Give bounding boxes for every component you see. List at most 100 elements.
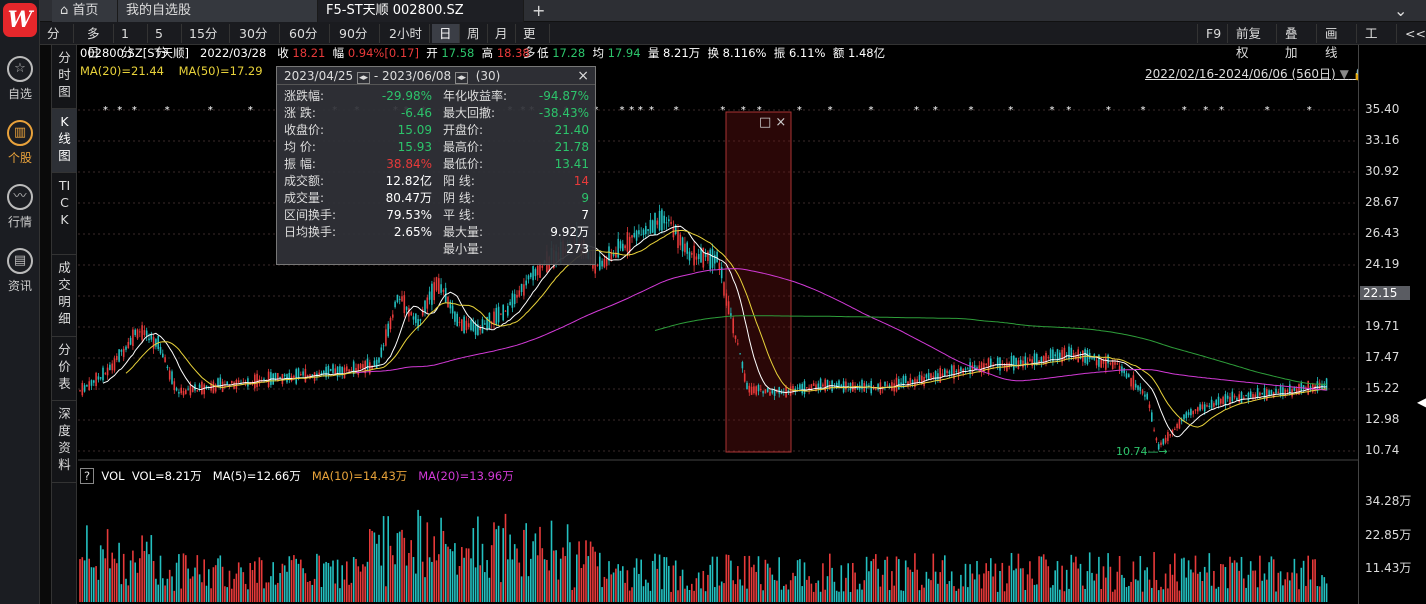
event-marker[interactable]: * xyxy=(1106,105,1111,116)
event-marker[interactable]: * xyxy=(629,105,634,116)
kline-chart[interactable]: □ ×*************************************… xyxy=(78,80,1358,604)
event-marker[interactable]: * xyxy=(1182,105,1187,116)
period-9[interactable]: 日 xyxy=(432,24,460,43)
selection-box[interactable] xyxy=(725,111,792,453)
candle-body xyxy=(665,222,668,224)
tab-watchlist[interactable]: 我的自选股 xyxy=(118,0,318,22)
period-0[interactable]: 分时 xyxy=(40,24,74,60)
candle-body xyxy=(304,368,307,383)
volume-bar xyxy=(458,565,461,602)
event-marker[interactable]: * xyxy=(1219,105,1224,116)
tool-4[interactable]: 工具 xyxy=(1356,24,1396,60)
volume-bar xyxy=(1013,570,1015,602)
event-marker[interactable]: * xyxy=(757,105,762,116)
event-marker[interactable]: * xyxy=(914,105,919,116)
period-4[interactable]: 15分 xyxy=(182,24,230,43)
period-5[interactable]: 30分 xyxy=(232,24,280,43)
help-icon[interactable]: ? xyxy=(80,468,95,484)
vtab-3[interactable]: 成交明细 xyxy=(52,255,77,337)
volume-bar xyxy=(297,563,300,602)
nav-stock-chart[interactable]: ▥ 个股 xyxy=(0,120,40,166)
tab-home[interactable]: ⌂ 首页 xyxy=(52,0,118,22)
volume-bar xyxy=(732,580,734,602)
volume-bar xyxy=(1263,573,1266,602)
tool-1[interactable]: 前复权 xyxy=(1227,24,1276,60)
candle-body xyxy=(497,306,500,323)
event-marker[interactable]: * xyxy=(933,105,938,116)
volume-bar xyxy=(1203,566,1206,602)
candle-body xyxy=(1114,362,1116,365)
event-marker[interactable]: * xyxy=(828,105,833,116)
event-marker[interactable]: * xyxy=(208,105,213,116)
event-marker[interactable]: * xyxy=(1265,105,1270,116)
nav-trend[interactable]: 〰行情 xyxy=(0,184,40,230)
vtab-5[interactable]: 深度资料 xyxy=(52,401,77,483)
event-marker[interactable]: * xyxy=(1141,105,1146,116)
volume-bar xyxy=(1105,577,1107,602)
vtab-1[interactable]: K线图 xyxy=(52,109,77,173)
event-marker[interactable]: * xyxy=(165,105,170,116)
period-7[interactable]: 90分 xyxy=(332,24,380,43)
panel-separator xyxy=(40,45,52,604)
period-6[interactable]: 60分 xyxy=(282,24,330,43)
event-marker[interactable]: * xyxy=(117,105,122,116)
period-12[interactable]: 更多 xyxy=(516,24,550,60)
candle-body xyxy=(274,372,277,381)
nav-news[interactable]: ▤ 资讯 xyxy=(0,248,40,294)
volume-bar xyxy=(1224,567,1227,602)
selection-toolbar[interactable]: □ × xyxy=(759,115,786,130)
event-marker[interactable]: * xyxy=(103,105,108,116)
caret-left-icon[interactable]: ◀ xyxy=(1417,395,1426,409)
add-tab-button[interactable]: + xyxy=(524,0,554,22)
tab-stock[interactable]: F5-ST天顺 002800.SZ xyxy=(318,0,524,22)
vtab-0[interactable]: 分时图 xyxy=(52,45,77,109)
event-marker[interactable]: * xyxy=(1066,105,1071,116)
volume-bar xyxy=(1137,580,1139,602)
event-marker[interactable]: * xyxy=(248,105,253,116)
volume-bar xyxy=(447,546,449,602)
volume-bar xyxy=(578,541,580,602)
vtab-2[interactable]: TICK xyxy=(52,173,77,255)
vtab-4[interactable]: 分价表 xyxy=(52,337,77,401)
tool-5[interactable]: << xyxy=(1396,24,1426,43)
close-icon[interactable]: × xyxy=(577,67,589,85)
event-marker[interactable]: * xyxy=(968,105,973,116)
volume-bar xyxy=(543,559,546,602)
prev-next-icon[interactable]: ◂▸ xyxy=(357,72,371,84)
volume-bar xyxy=(686,585,688,602)
period-8[interactable]: 2小时 xyxy=(382,24,430,43)
nav-star[interactable]: ☆ 自选 xyxy=(0,56,40,102)
ma50-value: MA(50)=17.29 xyxy=(178,64,263,78)
volume-bar xyxy=(592,546,594,602)
period-1[interactable]: 多日 xyxy=(80,24,114,60)
period-11[interactable]: 月 xyxy=(488,24,516,43)
tool-2[interactable]: 叠加 xyxy=(1276,24,1316,60)
popup-header: 2023/04/25 ◂▸ - 2023/06/08 ◂▸ (30) × xyxy=(277,67,595,85)
period-10[interactable]: 周 xyxy=(460,24,488,43)
tool-3[interactable]: 画线 xyxy=(1316,24,1356,60)
event-marker[interactable]: * xyxy=(674,105,679,116)
event-marker[interactable]: * xyxy=(1307,105,1312,116)
chevron-down-icon[interactable]: ⌄ xyxy=(1386,0,1416,22)
volume-bar xyxy=(1270,556,1273,602)
prev-next-icon[interactable]: ◂▸ xyxy=(455,72,469,84)
event-marker[interactable]: * xyxy=(1050,105,1055,116)
event-marker[interactable]: * xyxy=(797,105,802,116)
event-marker[interactable]: * xyxy=(649,105,654,116)
period-3[interactable]: 5分 xyxy=(148,24,182,60)
event-marker[interactable]: * xyxy=(1203,105,1208,116)
event-marker[interactable]: * xyxy=(620,105,625,116)
event-marker[interactable]: * xyxy=(638,105,643,116)
candle-body xyxy=(1277,391,1280,393)
event-marker[interactable]: * xyxy=(1008,105,1013,116)
event-marker[interactable]: * xyxy=(132,105,137,116)
tool-0[interactable]: F9 xyxy=(1197,24,1227,43)
event-marker[interactable]: * xyxy=(741,105,746,116)
period-2[interactable]: 1分 xyxy=(114,24,148,60)
volume-bar xyxy=(983,573,985,602)
event-marker[interactable]: * xyxy=(720,105,725,116)
volume-bar xyxy=(504,513,507,602)
event-marker[interactable]: * xyxy=(869,105,874,116)
dropdown-icon[interactable]: ▼ xyxy=(1340,67,1349,81)
candle-body xyxy=(162,353,164,358)
